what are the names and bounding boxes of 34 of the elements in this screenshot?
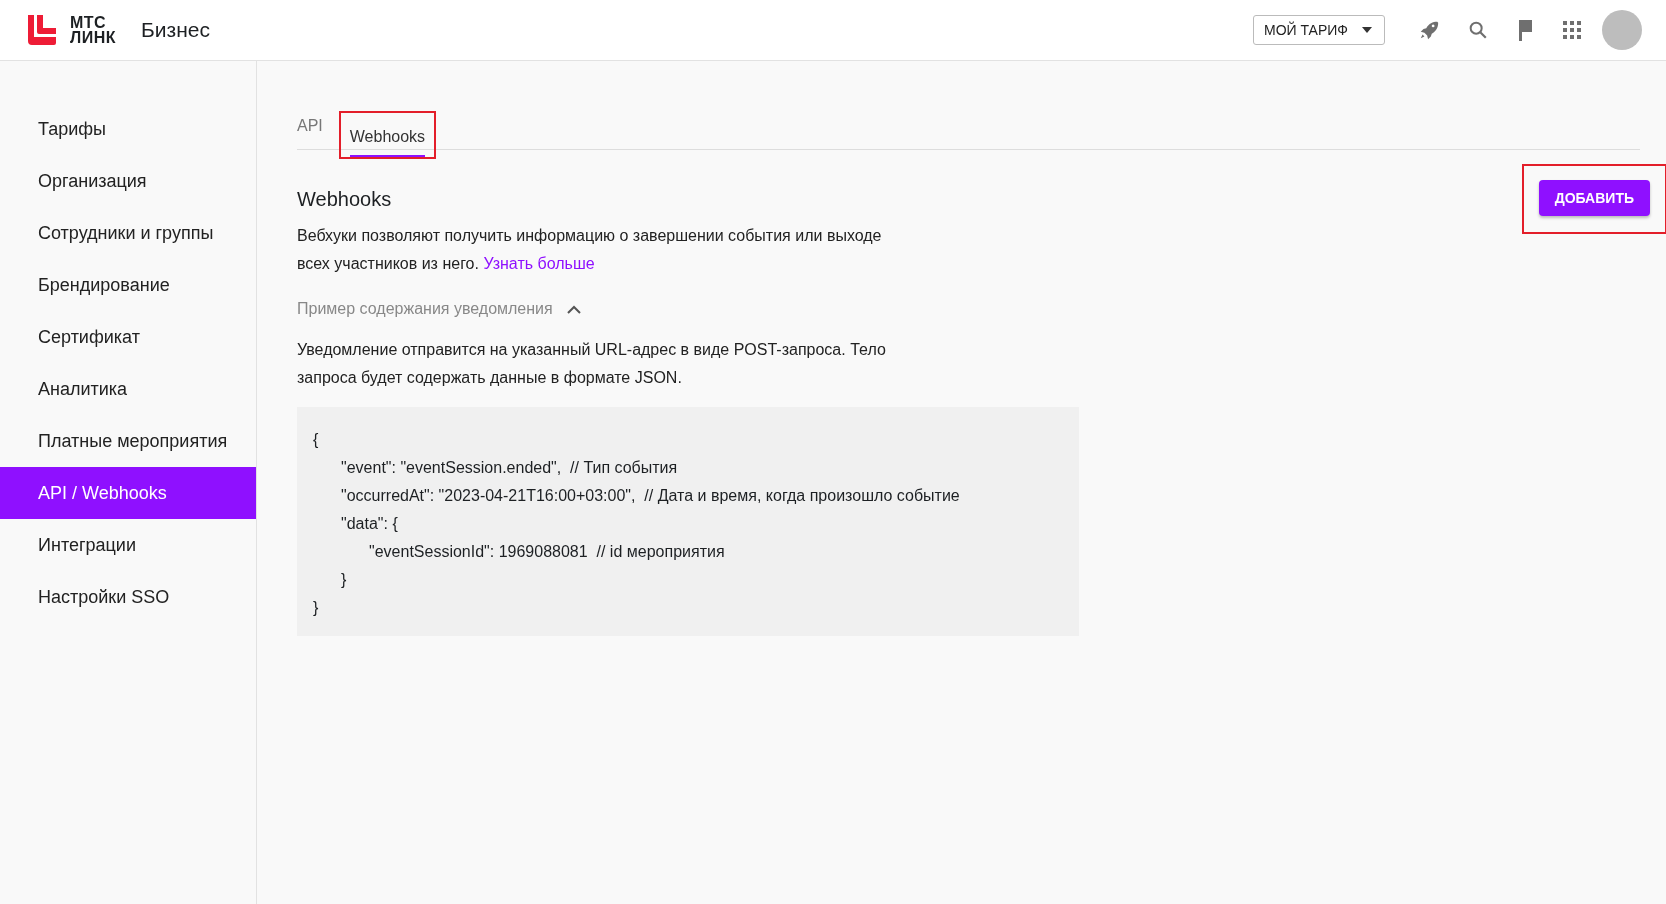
code-line: "eventSessionId": 1969088081 // id мероприятия bbox=[369, 543, 725, 560]
code-line: "data": { bbox=[341, 515, 398, 532]
example-text: Уведомление отправится на указанный URL-адрес в виде POST-запроса. Тело запроса будет содержать данные в формате JSON. bbox=[297, 340, 887, 388]
sidebar-item[interactable]: Организация bbox=[0, 155, 256, 207]
sidebar-item[interactable]: Сотрудники и группы bbox=[0, 207, 256, 259]
sidebar-item[interactable]: Настройки SSO bbox=[0, 571, 256, 623]
plan-dropdown[interactable]: МОЙ ТАРИФ bbox=[1253, 15, 1385, 45]
caret-icon bbox=[1362, 27, 1372, 33]
code-line: "occurredAt": "2023-04-21T16:00+03:00", // Дата и время, когда произошло событие bbox=[341, 487, 960, 504]
description-text: Вебхуки позволяют получить информацию о завершении события или выходе всех участников из него. Узнать больше bbox=[297, 226, 883, 274]
apps-grid-icon[interactable] bbox=[1563, 21, 1581, 39]
tab[interactable]: API bbox=[297, 117, 323, 149]
logo-text: ЛИНК bbox=[70, 30, 117, 45]
tab[interactable]: Webhooks bbox=[349, 128, 426, 157]
code-line: "event": "eventSession.ended", // Тип события bbox=[341, 459, 678, 476]
logo-icon bbox=[28, 15, 58, 45]
logo-text: МТС bbox=[70, 15, 108, 30]
sidebar-item[interactable]: Аналитика bbox=[0, 363, 256, 415]
product-name: Бизнес bbox=[141, 18, 210, 42]
code-line: { bbox=[313, 431, 319, 448]
rocket-icon[interactable] bbox=[1418, 19, 1440, 41]
search-icon[interactable] bbox=[1467, 19, 1489, 41]
sidebar-item[interactable]: Сертификат bbox=[0, 311, 256, 363]
code-line: } bbox=[341, 571, 347, 588]
learn-more-link[interactable]: Узнать больше bbox=[483, 255, 595, 272]
sidebar-item[interactable]: Интеграции bbox=[0, 519, 256, 571]
sidebar-item[interactable]: Брендирование bbox=[0, 259, 256, 311]
section-title: Webhooks bbox=[297, 188, 392, 211]
sidebar-item[interactable]: Тарифы bbox=[0, 103, 256, 155]
sidebar-item[interactable]: Платные мероприятия bbox=[0, 415, 256, 467]
code-line: } bbox=[313, 599, 319, 616]
sidebar-item[interactable]: API / Webhooks bbox=[0, 467, 256, 519]
chevron-icon bbox=[566, 304, 581, 314]
add-button[interactable]: ДОБАВИТЬ bbox=[1538, 180, 1650, 216]
